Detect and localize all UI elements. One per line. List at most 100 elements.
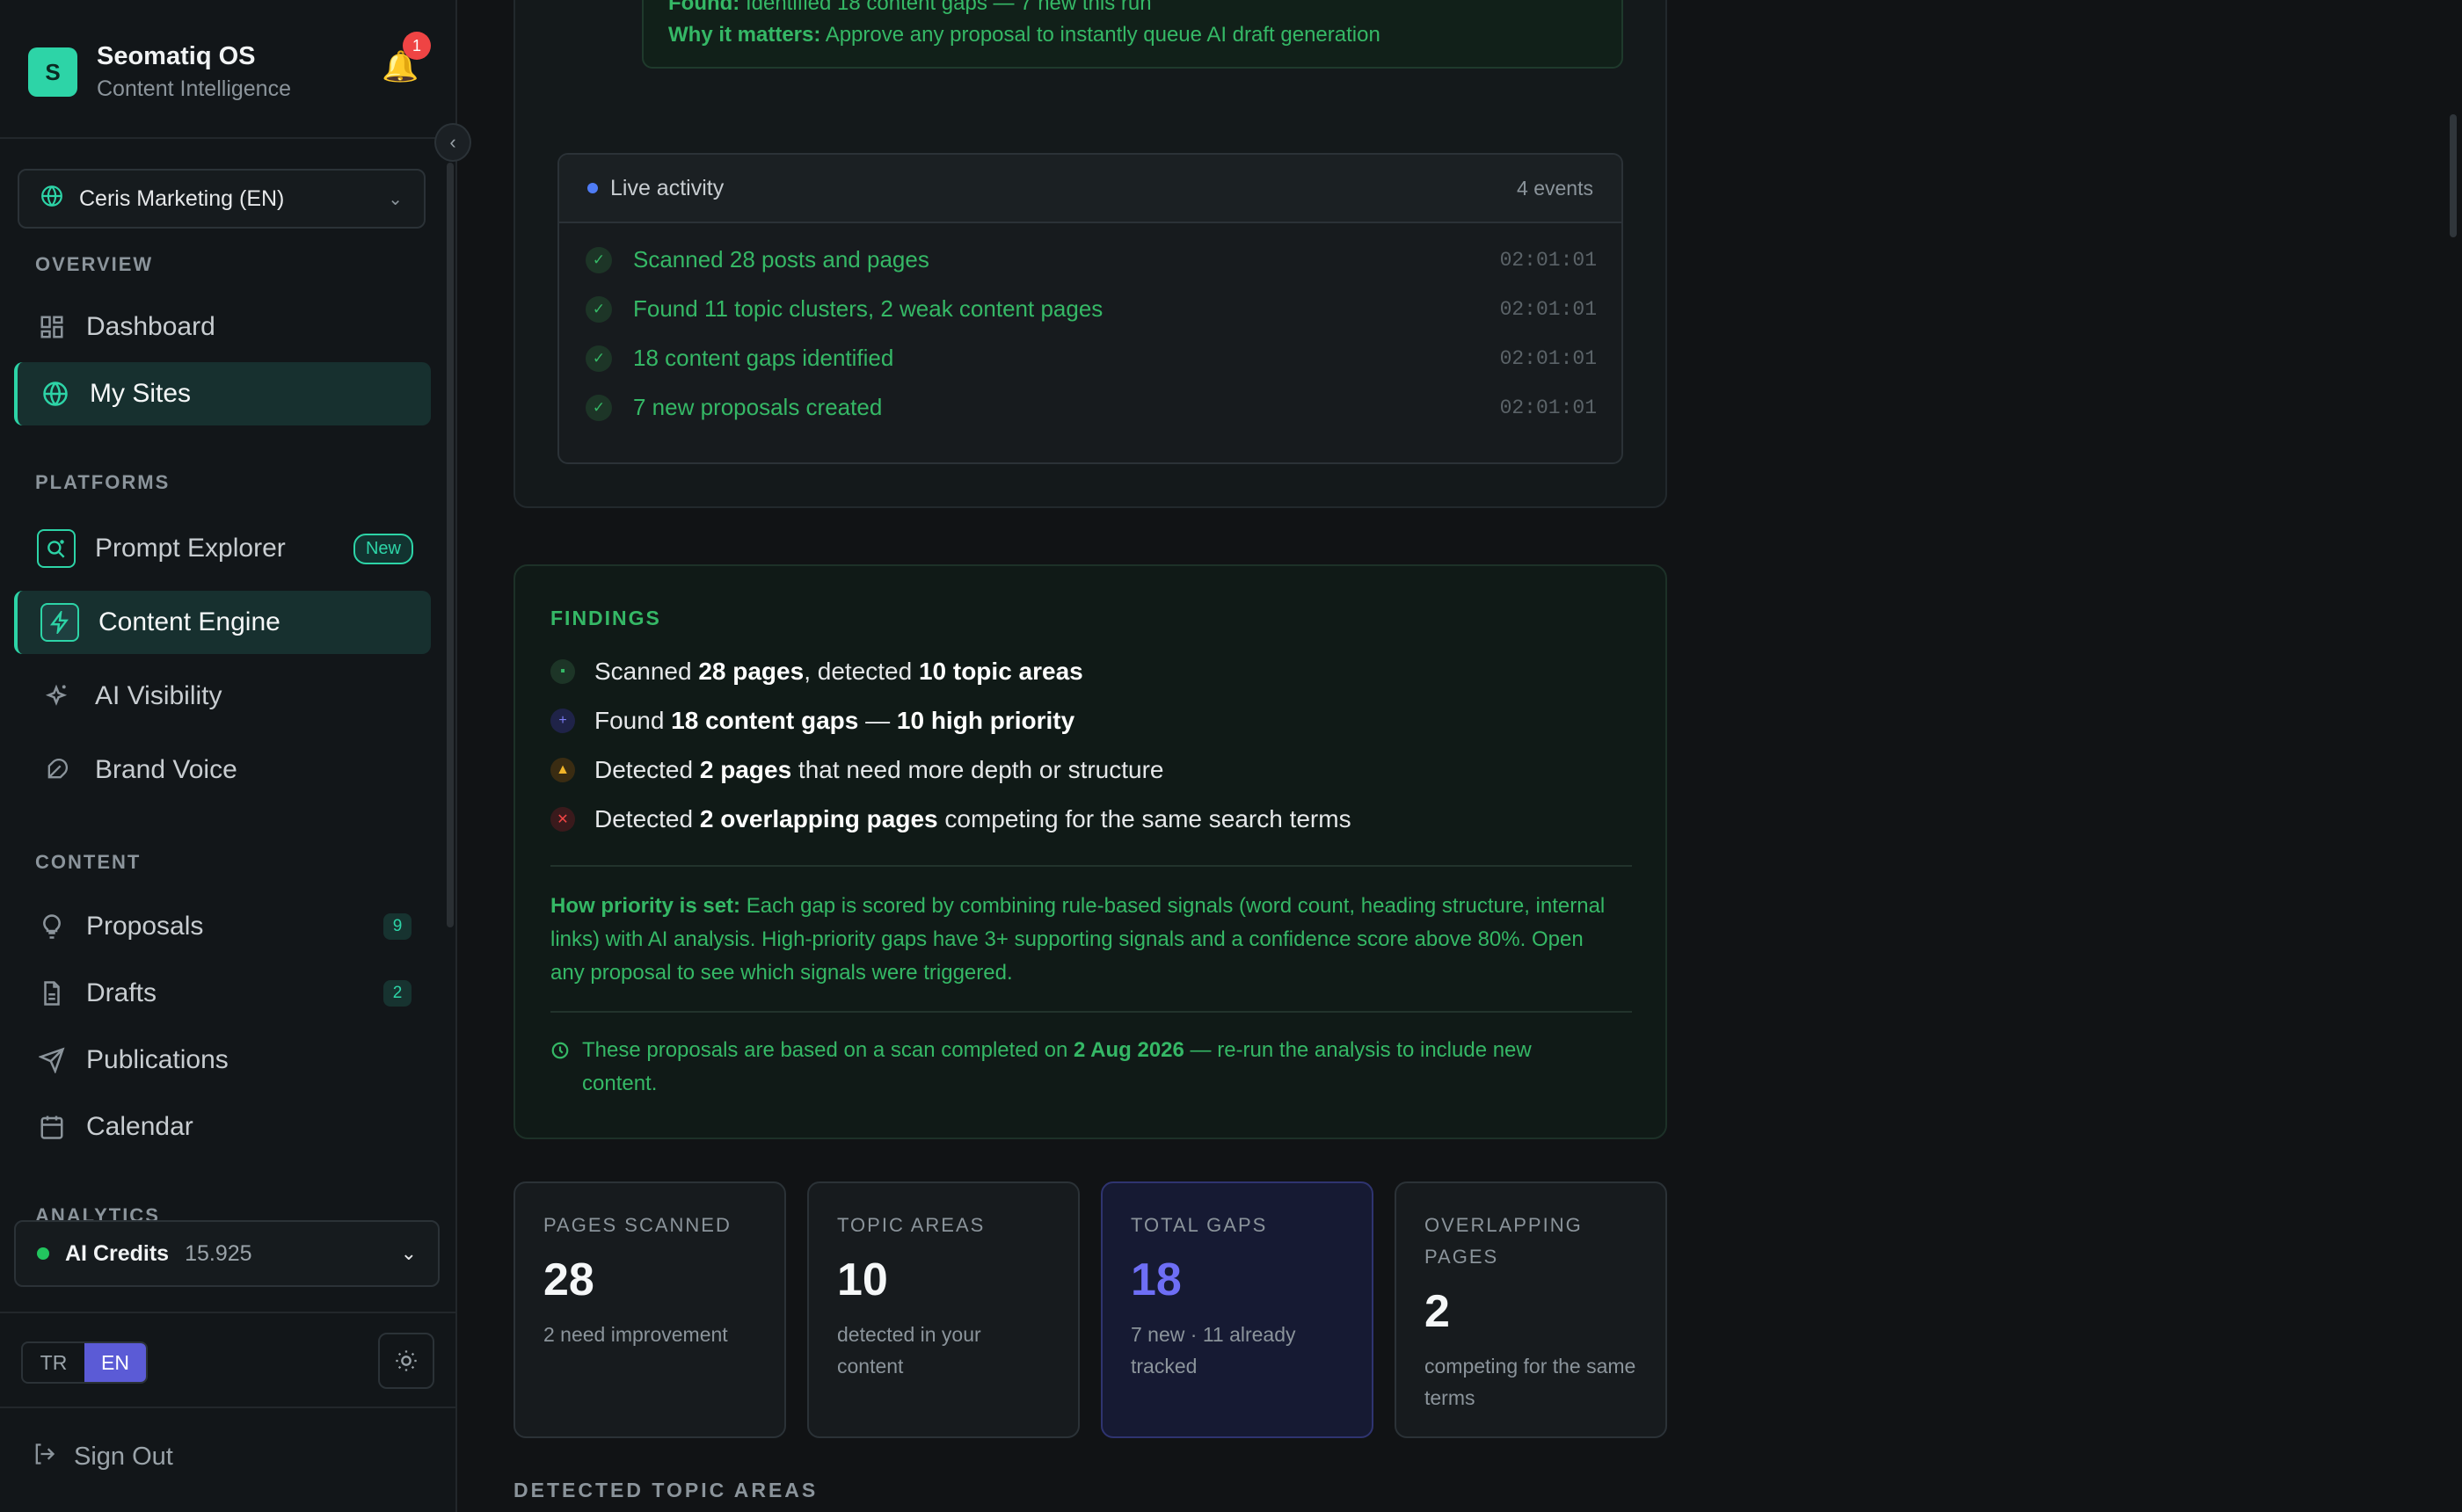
live-activity-header: Live activity 4 events: [559, 155, 1621, 223]
activity-event-time: 02:01:01: [1499, 297, 1597, 321]
stat-subtext: 7 new · 11 already tracked: [1131, 1323, 1296, 1378]
brand-logo: S: [28, 47, 77, 97]
priority-explanation: How priority is set: Each gap is scored …: [550, 894, 1606, 985]
sidebar-item-drafts[interactable]: Drafts 2: [14, 962, 431, 1025]
activity-event: ✓ Scanned 28 posts and pages 02:01:01: [586, 246, 1597, 273]
scan-note-text: These proposals are based on a scan comp…: [582, 1038, 1532, 1095]
drafts-count-badge: 2: [383, 980, 412, 1007]
sidebar-divider: [0, 1312, 455, 1313]
sidebar-item-dashboard[interactable]: Dashboard: [14, 295, 431, 359]
language-en-button[interactable]: EN: [84, 1343, 146, 1382]
why-it-matters-line: Why it matters: Approve any proposal to …: [668, 23, 1380, 47]
finding-text: Scanned 28 pages, detected 10 topic area…: [594, 658, 1083, 685]
sun-icon[interactable]: [378, 1333, 434, 1389]
stat-value: 2: [1424, 1286, 1450, 1337]
grid-icon: [37, 312, 67, 342]
check-icon: ✓: [586, 295, 612, 323]
feather-icon: [37, 751, 76, 789]
stat-label: TOPIC AREAS: [837, 1214, 986, 1236]
activity-event: ✓ Found 11 topic clusters, 2 weak conten…: [586, 295, 1597, 323]
sidebar-item-content-engine[interactable]: Content Engine: [14, 591, 431, 654]
language-tr-button[interactable]: TR: [23, 1343, 84, 1382]
send-icon: [37, 1045, 67, 1075]
activity-event-time: 02:01:01: [1499, 346, 1597, 370]
stat-value: 28: [543, 1254, 594, 1305]
main-scrollbar[interactable]: [2450, 114, 2457, 237]
sidebar-item-calendar[interactable]: Calendar: [14, 1095, 431, 1159]
activity-event-text: Scanned 28 posts and pages: [633, 246, 929, 273]
sidebar-divider: [0, 1407, 455, 1408]
detected-topic-areas-heading: DETECTED TOPIC AREAS: [514, 1479, 819, 1501]
stat-card-total-gaps[interactable]: TOTAL GAPS 18 7 new · 11 already tracked: [1101, 1181, 1373, 1438]
sidebar-item-label: Calendar: [86, 1112, 193, 1141]
finding-item: + Found 18 content gaps — 10 high priori…: [550, 707, 1074, 735]
site-selector[interactable]: Ceris Marketing (EN) ⌄: [18, 169, 426, 229]
finding-item: ✕ Detected 2 overlapping pages competing…: [550, 805, 1351, 833]
sidebar-item-brand-voice[interactable]: Brand Voice: [14, 738, 431, 802]
activity-event-text: 7 new proposals created: [633, 394, 883, 420]
check-icon: ✓: [586, 394, 612, 421]
stat-value: 10: [837, 1254, 888, 1305]
section-label-platforms: PLATFORMS: [35, 471, 171, 493]
stat-subtext: competing for the same terms: [1424, 1355, 1636, 1409]
finding-text: Detected 2 overlapping pages competing f…: [594, 805, 1351, 832]
document-icon: [37, 978, 67, 1008]
sidebar-item-label: AI Visibility: [95, 681, 222, 710]
chevron-down-icon: ⌄: [400, 1242, 417, 1264]
live-dot: [587, 183, 598, 193]
stat-card-pages-scanned: PAGES SCANNED 28 2 need improvement: [514, 1181, 786, 1438]
globe-icon: [40, 379, 70, 409]
new-badge: New: [353, 533, 413, 564]
finding-text: Detected 2 pages that need more depth or…: [594, 756, 1164, 783]
sign-out-button[interactable]: Sign Out: [32, 1442, 173, 1472]
sidebar-item-ai-visibility[interactable]: AI Visibility: [14, 665, 431, 728]
notification-badge: 1: [403, 32, 431, 60]
sidebar-item-label: Prompt Explorer: [95, 534, 286, 563]
stat-label: PAGES SCANNED: [543, 1214, 732, 1236]
finding-text: Found 18 content gaps — 10 high priority: [594, 707, 1075, 734]
activity-event-time: 02:01:01: [1499, 396, 1597, 419]
proposals-count-badge: 9: [383, 913, 412, 940]
credits-value: 15.925: [185, 1240, 252, 1266]
sidebar-item-label: Publications: [86, 1045, 229, 1074]
section-label-content: CONTENT: [35, 851, 142, 873]
sidebar-item-label: Drafts: [86, 978, 157, 1007]
sidebar: S Seomatiq OS Content Intelligence 🔔 1 ‹…: [0, 0, 471, 1512]
credits-label: AI Credits: [65, 1240, 170, 1266]
sparkles-icon: [37, 677, 76, 716]
site-selector-value: Ceris Marketing (EN): [79, 185, 285, 211]
live-activity-panel: Live activity 4 events ✓ Scanned 28 post…: [557, 153, 1623, 464]
sidebar-item-label: Proposals: [86, 912, 204, 941]
finding-item: ▲ Detected 2 pages that need more depth …: [550, 756, 1164, 784]
stat-value: 18: [1131, 1254, 1182, 1305]
sidebar-item-label: Content Engine: [98, 607, 280, 636]
plus-icon: +: [550, 709, 575, 733]
findings-heading: FINDINGS: [550, 607, 661, 629]
finding-item: ▪ Scanned 28 pages, detected 10 topic ar…: [550, 658, 1083, 686]
sidebar-item-proposals[interactable]: Proposals 9: [14, 895, 431, 958]
lightning-icon: [40, 603, 79, 642]
sidebar-divider: [0, 137, 455, 139]
ai-credits-dropdown[interactable]: AI Credits 15.925 ⌄: [14, 1220, 440, 1287]
check-icon: ✓: [586, 246, 612, 273]
sidebar-item-label: My Sites: [90, 379, 192, 408]
sidebar-item-prompt-explorer[interactable]: Prompt Explorer New: [14, 517, 431, 580]
activity-event-text: Found 11 topic clusters, 2 weak content …: [633, 295, 1104, 322]
sidebar-item-publications[interactable]: Publications: [14, 1029, 431, 1092]
check-icon: ✓: [586, 345, 612, 372]
scan-note: These proposals are based on a scan comp…: [550, 1034, 1606, 1101]
sidebar-item-my-sites[interactable]: My Sites: [14, 362, 431, 425]
clock-icon: [550, 1041, 570, 1101]
stat-label: TOTAL GAPS: [1131, 1214, 1268, 1236]
warning-icon: ▲: [550, 758, 575, 782]
chevron-left-icon[interactable]: ‹: [434, 123, 471, 162]
calendar-icon: [37, 1112, 67, 1142]
findings-divider: [550, 1011, 1632, 1013]
sidebar-scrollbar[interactable]: [447, 163, 454, 927]
sidebar-item-label: Dashboard: [86, 312, 215, 341]
events-count: 4 events: [1517, 176, 1593, 200]
why-found-line: Found: Identified 18 content gaps — 7 ne…: [668, 0, 1152, 15]
brand[interactable]: S Seomatiq OS Content Intelligence: [28, 42, 291, 102]
findings-divider: [550, 865, 1632, 867]
activity-event: ✓ 7 new proposals created 02:01:01: [586, 394, 1597, 421]
